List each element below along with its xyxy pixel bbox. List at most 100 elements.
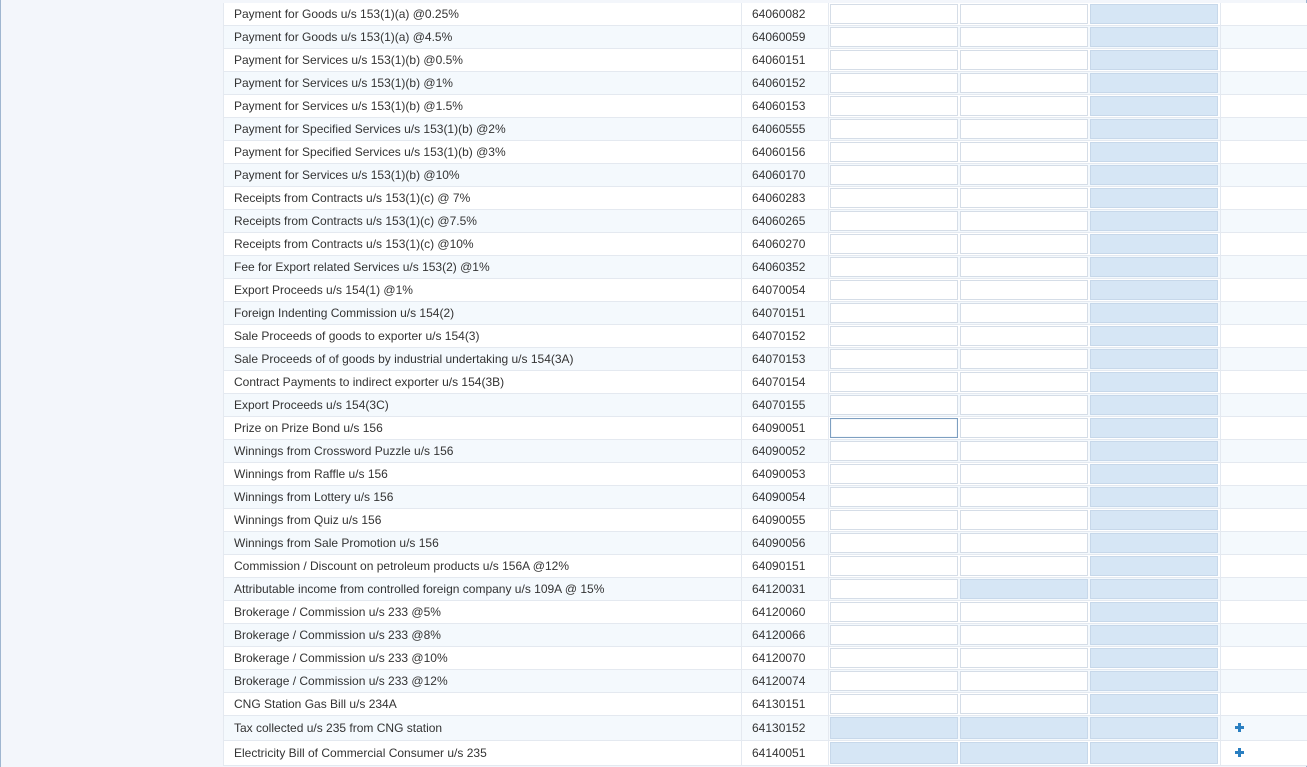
amount-input [830, 742, 958, 764]
rate-input[interactable] [960, 73, 1088, 93]
row-actions [1220, 49, 1307, 71]
amount-input[interactable] [830, 464, 958, 484]
tax-input [1090, 487, 1218, 507]
rate-input[interactable] [960, 27, 1088, 47]
amount-input[interactable] [830, 625, 958, 645]
row-code: 64090055 [742, 509, 829, 531]
rate-input[interactable] [960, 96, 1088, 116]
row-description: Winnings from Sale Promotion u/s 156 [223, 532, 742, 554]
table-row: Export Proceeds u/s 154(3C) 64070155 [223, 394, 1307, 417]
amount-input[interactable] [830, 441, 958, 461]
row-actions [1220, 417, 1307, 439]
tax-input [1090, 257, 1218, 277]
row-description: CNG Station Gas Bill u/s 234A [223, 693, 742, 715]
table-row: Sale Proceeds of goods to exporter u/s 1… [223, 325, 1307, 348]
row-actions [1220, 647, 1307, 669]
rate-input[interactable] [960, 556, 1088, 576]
amount-input[interactable] [830, 602, 958, 622]
rate-input[interactable] [960, 119, 1088, 139]
table-row: Brokerage / Commission u/s 233 @10% 64120… [223, 647, 1307, 670]
amount-input[interactable] [830, 96, 958, 116]
amount-input[interactable] [830, 280, 958, 300]
rate-input[interactable] [960, 648, 1088, 668]
row-actions [1220, 693, 1307, 715]
row-actions [1220, 95, 1307, 117]
amount-input[interactable] [830, 234, 958, 254]
table-row: Tax collected u/s 235 from CNG station 64… [223, 716, 1307, 741]
rate-input[interactable] [960, 326, 1088, 346]
amount-input[interactable] [830, 27, 958, 47]
rate-input[interactable] [960, 441, 1088, 461]
plus-icon[interactable] [1235, 723, 1244, 732]
amount-input[interactable] [830, 73, 958, 93]
rate-input[interactable] [960, 671, 1088, 691]
rate-input[interactable] [960, 418, 1088, 438]
row-code: 64130151 [742, 693, 829, 715]
amount-input[interactable] [830, 372, 958, 392]
amount-input[interactable] [830, 648, 958, 668]
amount-input[interactable] [830, 579, 958, 599]
row-description: Contract Payments to indirect exporter u… [223, 371, 742, 393]
rate-input[interactable] [960, 395, 1088, 415]
amount-input [830, 717, 958, 739]
rate-input[interactable] [960, 4, 1088, 24]
rate-input[interactable] [960, 165, 1088, 185]
rate-input[interactable] [960, 464, 1088, 484]
row-code: 64060151 [742, 49, 829, 71]
tax-input [1090, 188, 1218, 208]
amount-input[interactable] [830, 119, 958, 139]
row-code: 64060352 [742, 256, 829, 278]
amount-input[interactable] [830, 418, 958, 438]
amount-input[interactable] [830, 487, 958, 507]
row-description: Brokerage / Commission u/s 233 @10% [223, 647, 742, 669]
table-row: Payment for Specified Services u/s 153(1… [223, 141, 1307, 164]
amount-input[interactable] [830, 349, 958, 369]
table-row: Sale Proceeds of of goods by industrial … [223, 348, 1307, 371]
rate-input[interactable] [960, 50, 1088, 70]
rate-input[interactable] [960, 372, 1088, 392]
plus-icon[interactable] [1235, 748, 1244, 757]
amount-input[interactable] [830, 4, 958, 24]
amount-input[interactable] [830, 556, 958, 576]
row-code: 64070154 [742, 371, 829, 393]
rate-input[interactable] [960, 602, 1088, 622]
rate-input[interactable] [960, 257, 1088, 277]
rate-input[interactable] [960, 211, 1088, 231]
row-code: 64060156 [742, 141, 829, 163]
row-description: Electricity Bill of Commercial Consumer … [223, 741, 742, 765]
rate-input[interactable] [960, 280, 1088, 300]
amount-input[interactable] [830, 257, 958, 277]
rate-input[interactable] [960, 303, 1088, 323]
row-code: 64060270 [742, 233, 829, 255]
rate-input[interactable] [960, 487, 1088, 507]
rate-input[interactable] [960, 234, 1088, 254]
amount-input[interactable] [830, 165, 958, 185]
amount-input[interactable] [830, 694, 958, 714]
amount-input[interactable] [830, 510, 958, 530]
amount-input[interactable] [830, 142, 958, 162]
amount-input[interactable] [830, 50, 958, 70]
amount-input[interactable] [830, 188, 958, 208]
rate-input[interactable] [960, 188, 1088, 208]
table-row: Brokerage / Commission u/s 233 @5% 641200… [223, 601, 1307, 624]
rate-input[interactable] [960, 349, 1088, 369]
row-code: 64060555 [742, 118, 829, 140]
row-actions [1220, 509, 1307, 531]
tax-input [1090, 119, 1218, 139]
amount-input[interactable] [830, 533, 958, 553]
row-description: Brokerage / Commission u/s 233 @12% [223, 670, 742, 692]
row-description: Winnings from Quiz u/s 156 [223, 509, 742, 531]
amount-input[interactable] [830, 303, 958, 323]
amount-input[interactable] [830, 211, 958, 231]
amount-input[interactable] [830, 395, 958, 415]
rate-input[interactable] [960, 142, 1088, 162]
rate-input[interactable] [960, 510, 1088, 530]
rate-input[interactable] [960, 694, 1088, 714]
row-code: 64070151 [742, 302, 829, 324]
rate-input[interactable] [960, 625, 1088, 645]
rate-input[interactable] [960, 533, 1088, 553]
amount-input[interactable] [830, 326, 958, 346]
row-description: Export Proceeds u/s 154(1) @1% [223, 279, 742, 301]
amount-input[interactable] [830, 671, 958, 691]
row-actions [1220, 72, 1307, 94]
